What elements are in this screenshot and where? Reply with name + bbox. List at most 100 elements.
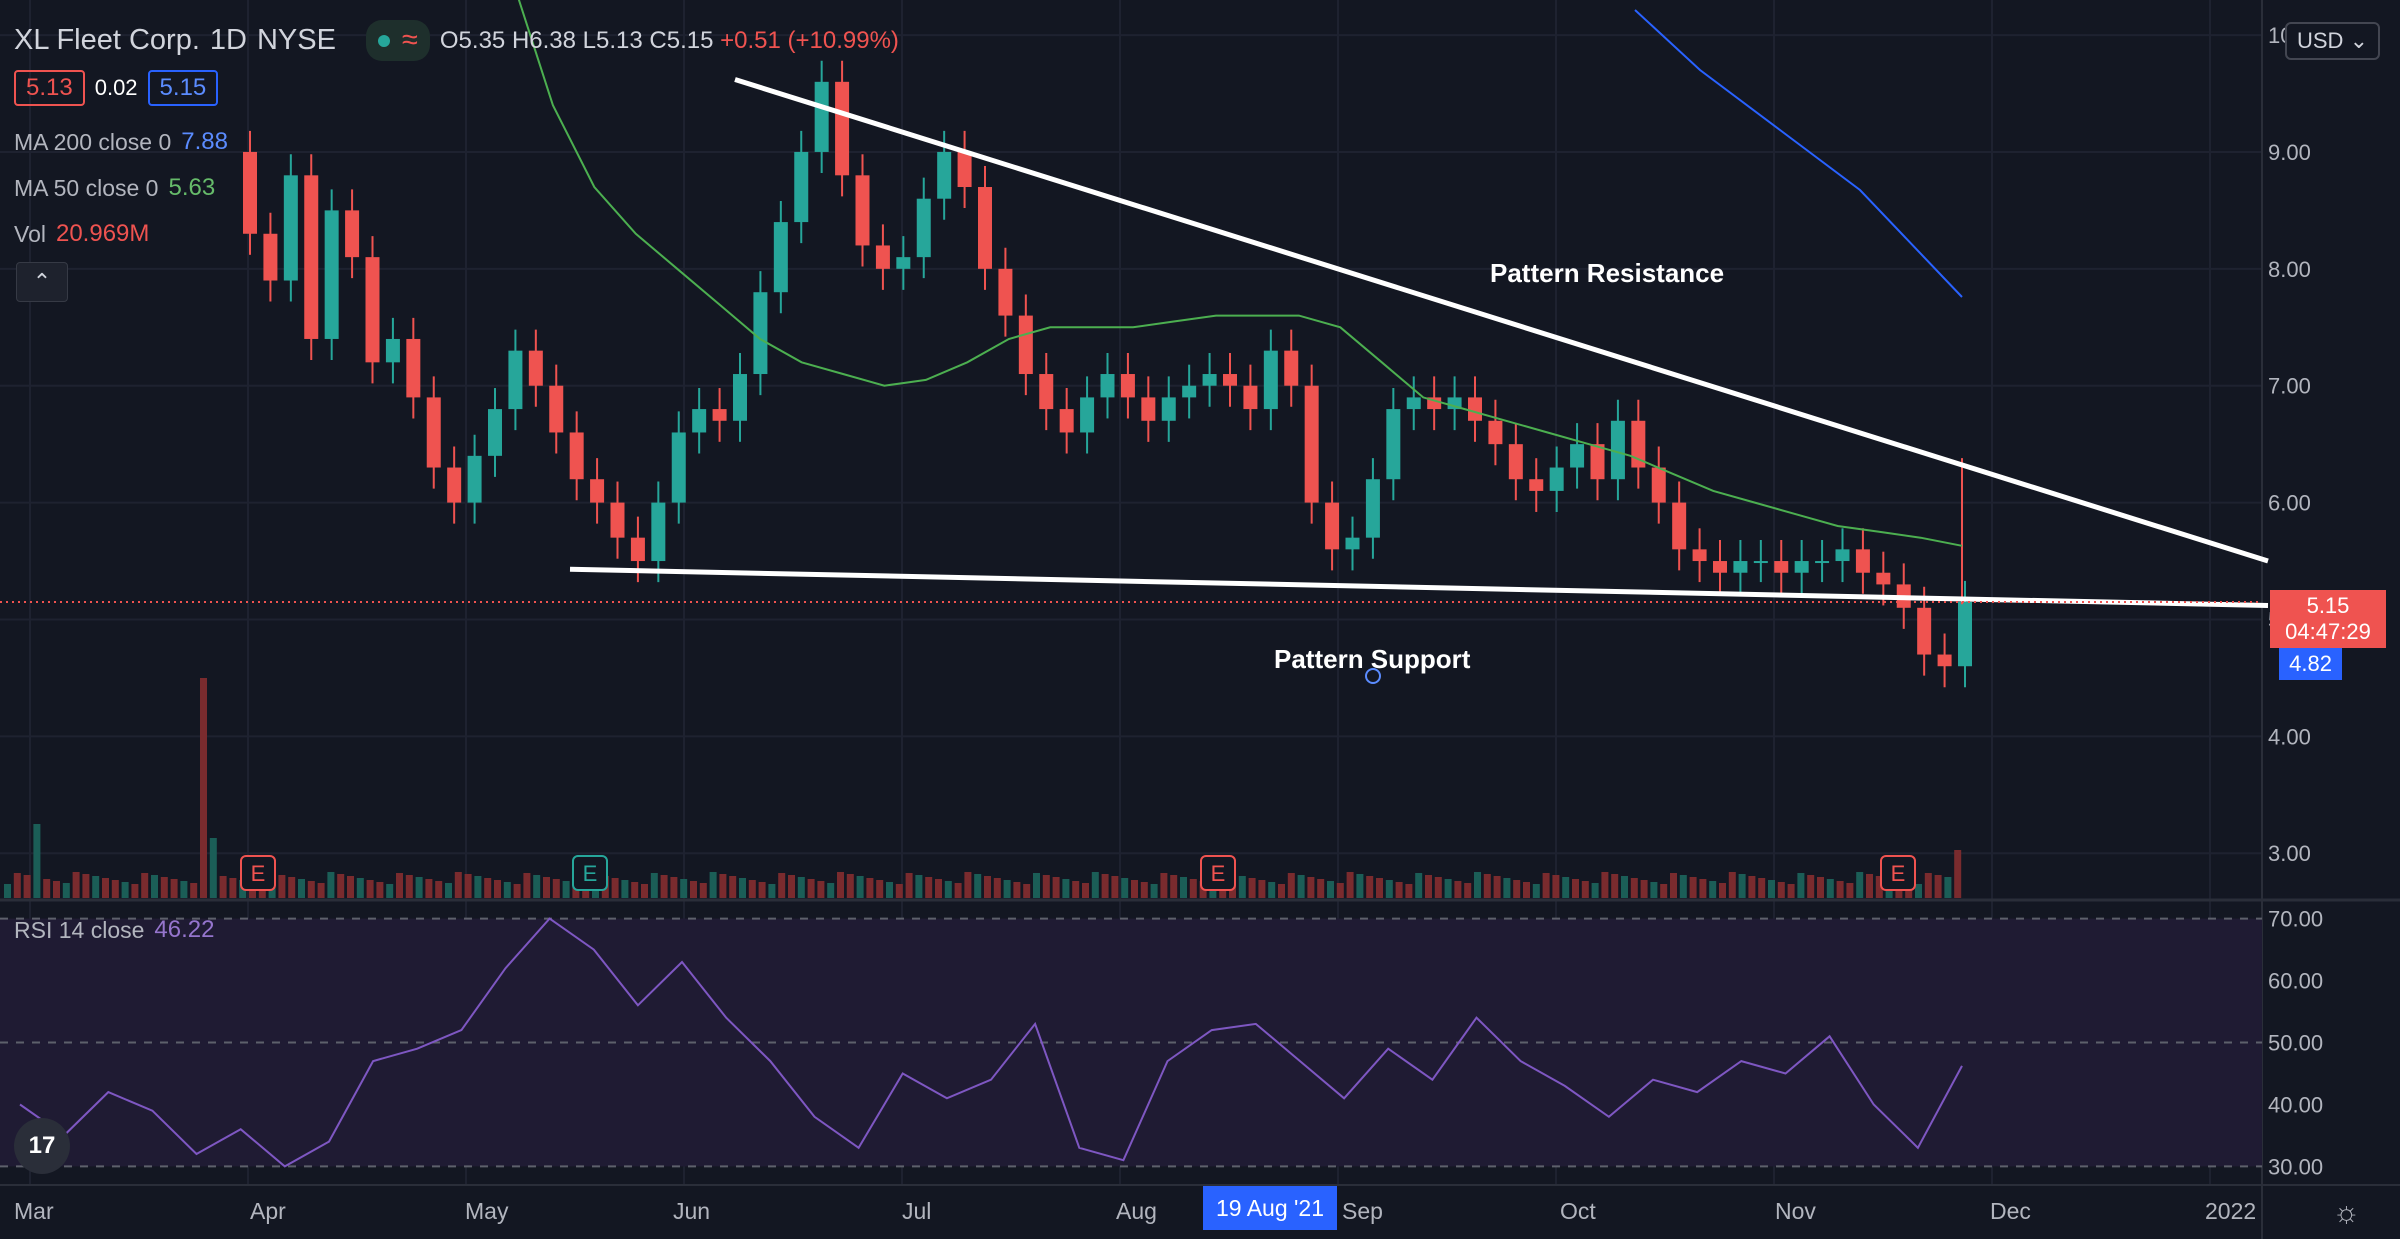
candle-body [385, 338, 400, 363]
volume-bar [984, 876, 991, 898]
candle-body [937, 151, 952, 199]
volume-bar [1189, 879, 1197, 898]
volume-value: 20.969M [55, 220, 150, 247]
volume-bar [1464, 883, 1472, 898]
volume-bar [670, 877, 678, 898]
volume-bar [484, 878, 492, 898]
interval-label[interactable]: 1D [210, 24, 247, 57]
symbol-legend: XL Fleet Corp. 1D NYSE ≈ O5.35 H6.38 L5.… [14, 20, 899, 61]
high-value: H6.38 [511, 26, 576, 54]
volume-bar [1670, 873, 1677, 898]
candle-body [630, 537, 645, 562]
volume-bar [288, 877, 296, 898]
candle-body [263, 233, 278, 281]
ma200-legend[interactable]: MA 200 close 0 7.88 [14, 128, 228, 156]
candle-body [1488, 420, 1503, 445]
candle-body [1202, 374, 1217, 386]
volume-bar [141, 873, 149, 898]
candle-body [1263, 350, 1278, 410]
volume-bar [1787, 884, 1795, 898]
close-value: C5.15 [649, 26, 714, 54]
volume-bar [1346, 872, 1354, 898]
bar-countdown: 04:47:29 [2285, 619, 2371, 644]
volume-bar [1395, 882, 1403, 898]
rsi-legend[interactable]: RSI 14 close 46.22 [14, 916, 214, 944]
volume-bar [690, 881, 697, 898]
volume-bar [1699, 879, 1707, 898]
time-label-jul: Jul [902, 1198, 932, 1224]
pattern-support-label[interactable]: Pattern Support [1274, 644, 1470, 675]
volume-bar [1376, 878, 1383, 898]
volume-bar [474, 876, 482, 898]
chart-canvas[interactable]: 10.009.008.007.006.005.004.003.0070.0060… [0, 0, 2400, 1239]
candle-body [1018, 315, 1033, 375]
volume-legend[interactable]: Vol 20.969M [14, 220, 149, 248]
candle-body [1059, 409, 1074, 433]
volume-bar [1807, 875, 1815, 898]
volume-bar [729, 876, 737, 898]
candle-body [406, 338, 421, 398]
ma50-legend[interactable]: MA 50 close 0 5.63 [14, 174, 215, 202]
exchange-label: NYSE [256, 24, 336, 56]
volume-bar [1768, 880, 1775, 898]
price-axis-label: 6.00 [2268, 491, 2311, 516]
candle-body [1529, 479, 1544, 491]
volume-bar [846, 874, 854, 898]
market-status-pill[interactable]: ≈ [365, 20, 430, 61]
candle-body [426, 397, 441, 468]
time-label-may: May [465, 1198, 509, 1224]
volume-bar [523, 873, 531, 898]
volume-bar [768, 884, 776, 898]
candle-body [855, 175, 870, 246]
volume-bar [1591, 883, 1599, 898]
candle-body [1468, 397, 1482, 421]
rsi-label: RSI 14 close [14, 916, 145, 943]
volume-bar [307, 881, 315, 898]
candle-body [794, 151, 809, 223]
volume-bar [1640, 880, 1648, 898]
bid-button[interactable]: 5.13 [14, 70, 85, 106]
volume-bar [1042, 875, 1050, 898]
volume-bar [807, 879, 815, 898]
volume-bar [562, 881, 570, 898]
low-value: L5.13 [582, 26, 643, 54]
volume-bar [376, 882, 384, 898]
collapse-legend-button[interactable]: ⌃ [16, 262, 68, 302]
volume-bar [1846, 883, 1854, 898]
volume-bar [1415, 873, 1423, 898]
currency-selector[interactable]: USD ⌄ [2285, 22, 2380, 60]
earnings-marker: E [240, 855, 276, 891]
volume-bar [219, 876, 227, 898]
tradingview-logo-icon[interactable]: 17 [14, 1118, 70, 1174]
crosshair-price-tag: 4.82 [2279, 648, 2342, 680]
volume-bar [1532, 884, 1540, 898]
volume-bar [1052, 877, 1060, 898]
volume-bar [1483, 874, 1491, 898]
candle-body [1406, 397, 1421, 410]
pattern-resistance-label[interactable]: Pattern Resistance [1490, 258, 1724, 289]
volume-bar [62, 883, 70, 898]
volume-bar [1562, 877, 1570, 898]
ask-button[interactable]: 5.15 [147, 70, 219, 106]
volume-bar [1248, 878, 1256, 898]
candle-body [1774, 561, 1789, 573]
volume-bar [229, 878, 237, 898]
volume-bar [366, 880, 374, 898]
earnings-marker-letter: E [583, 861, 598, 886]
volume-bar [190, 883, 198, 898]
volume-bar [160, 877, 168, 898]
volume-bar [200, 678, 207, 898]
volume-bar [1434, 877, 1442, 898]
volume-bar [415, 877, 423, 898]
volume-bar [1023, 884, 1031, 898]
settings-gear-icon[interactable]: ☼ [2333, 1196, 2361, 1230]
volume-bar [503, 882, 511, 898]
candle-body [1570, 444, 1585, 468]
symbol-title[interactable]: XL Fleet Corp. [14, 24, 200, 57]
volume-bar [1425, 875, 1432, 898]
volume-bar [1317, 879, 1325, 898]
volume-bar [1836, 881, 1844, 898]
candle-body [1651, 467, 1666, 503]
volume-bar [1062, 879, 1070, 898]
candle-body [1182, 385, 1197, 398]
